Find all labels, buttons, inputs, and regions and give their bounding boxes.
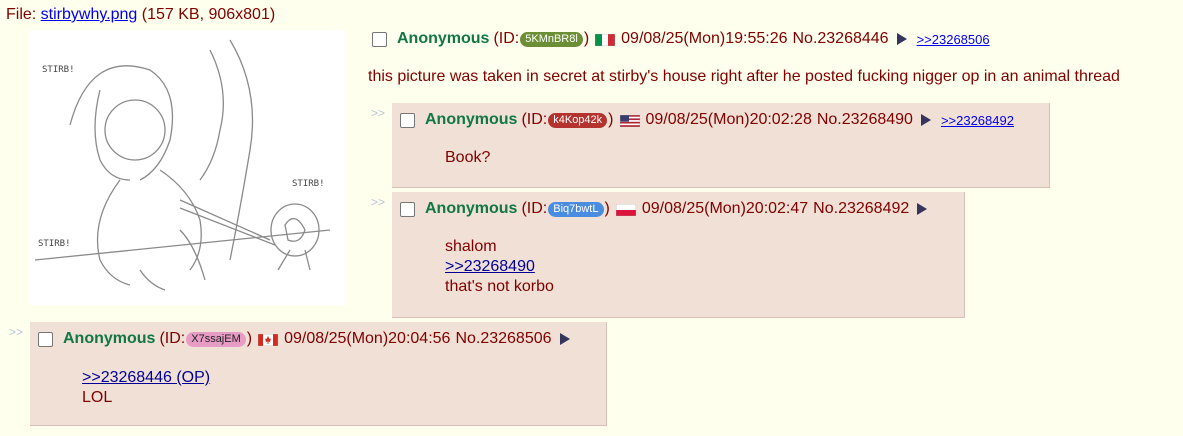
thumbnail-illustration: STIRB! STIRB! STIRB! <box>30 30 345 305</box>
reply-postinfo: Anonymous (ID: X7ssajEM) 09/08/25(Mon)20… <box>38 330 570 348</box>
reply-postinfo: Anonymous (ID: Biq7bwtL) 09/08/25(Mon)20… <box>400 200 928 218</box>
reply-checkbox[interactable] <box>38 331 53 347</box>
reply-datetime: 09/08/25(Mon)20:04:56 <box>284 330 451 347</box>
reply-message: Book? <box>445 148 490 168</box>
reply-name: Anonymous <box>63 330 156 347</box>
reply-line: that's not korbo <box>445 278 554 295</box>
reply-id-suffix: ) <box>608 111 614 128</box>
op-checkbox[interactable] <box>372 31 387 47</box>
file-link[interactable]: stirbywhy.png <box>41 6 138 23</box>
op-id-badge[interactable]: 5KMnBR8l <box>520 31 583 47</box>
reply-postinfo: Anonymous (ID: k4Kop42k) 09/08/25(Mon)20… <box>400 111 1014 129</box>
reply-message: shalom >>23268490 that's not korbo <box>445 237 554 297</box>
reply-postnum[interactable]: No.23268506 <box>455 330 551 348</box>
file-info: File: stirbywhy.png (157 KB, 906x801) <box>6 6 275 24</box>
canada-flag-icon <box>257 333 279 347</box>
reply-checkbox[interactable] <box>400 112 415 128</box>
op-datetime: 09/08/25(Mon)19:55:26 <box>621 30 788 47</box>
op-postnum[interactable]: No.23268446 <box>792 30 888 48</box>
file-prefix: File: <box>6 6 41 23</box>
reply-name: Anonymous <box>425 200 518 217</box>
post-menu-arrow-icon[interactable] <box>917 203 928 215</box>
reply-id-badge[interactable]: Biq7bwtL <box>548 201 604 217</box>
reply-line: LOL <box>82 389 113 406</box>
thumbnail-label: STIRB! <box>38 239 71 249</box>
reply-side-arrows: >> <box>9 325 24 339</box>
op-image-thumbnail[interactable]: STIRB! STIRB! STIRB! <box>30 30 345 305</box>
thumbnail-label: STIRB! <box>292 179 325 189</box>
quote-link[interactable]: >>23268490 <box>445 257 554 277</box>
reply-id-prefix: (ID: <box>521 200 548 217</box>
reply-line: Book? <box>445 149 491 166</box>
reply-checkbox[interactable] <box>400 201 415 217</box>
reply-id-badge[interactable]: k4Kop42k <box>548 112 608 128</box>
op-message: this picture was taken in secret at stir… <box>368 68 1120 85</box>
quote-link[interactable]: >>23268446 (OP) <box>82 368 210 388</box>
op-name: Anonymous <box>397 30 490 47</box>
post-menu-arrow-icon[interactable] <box>896 33 907 45</box>
op-id-suffix: ) <box>583 30 590 47</box>
reply-datetime: 09/08/25(Mon)20:02:47 <box>641 200 809 217</box>
usa-flag-icon <box>619 114 640 128</box>
reply-id-badge[interactable]: X7ssajEM <box>186 331 246 347</box>
reply-line: shalom <box>445 238 497 255</box>
reply-backlink[interactable]: >>23268492 <box>941 113 1014 128</box>
reply-postnum[interactable]: No.23268492 <box>813 200 909 218</box>
reply-datetime: 09/08/25(Mon)20:02:28 <box>645 111 812 128</box>
post-menu-arrow-icon[interactable] <box>920 114 931 126</box>
reply-postnum[interactable]: No.23268490 <box>817 111 913 129</box>
reply-id-suffix: ) <box>604 200 610 217</box>
reply-side-arrows: >> <box>371 195 386 209</box>
op-id-prefix: (ID: <box>493 30 520 47</box>
op-backlink[interactable]: >>23268506 <box>917 32 990 47</box>
post-menu-arrow-icon[interactable] <box>559 333 570 345</box>
reply-message: >>23268446 (OP) LOL <box>82 368 210 408</box>
italy-flag-icon <box>594 33 616 47</box>
reply-id-prefix: (ID: <box>159 330 186 347</box>
op-postinfo: Anonymous (ID: 5KMnBR8l) 09/08/25(Mon)19… <box>372 30 990 48</box>
reply-name: Anonymous <box>425 111 518 128</box>
poland-flag-icon <box>615 203 637 217</box>
reply-side-arrows: >> <box>371 106 386 120</box>
reply-id-suffix: ) <box>246 330 253 347</box>
file-meta: (157 KB, 906x801) <box>137 6 276 23</box>
reply-id-prefix: (ID: <box>521 111 548 128</box>
thumbnail-label: STIRB! <box>42 65 75 75</box>
